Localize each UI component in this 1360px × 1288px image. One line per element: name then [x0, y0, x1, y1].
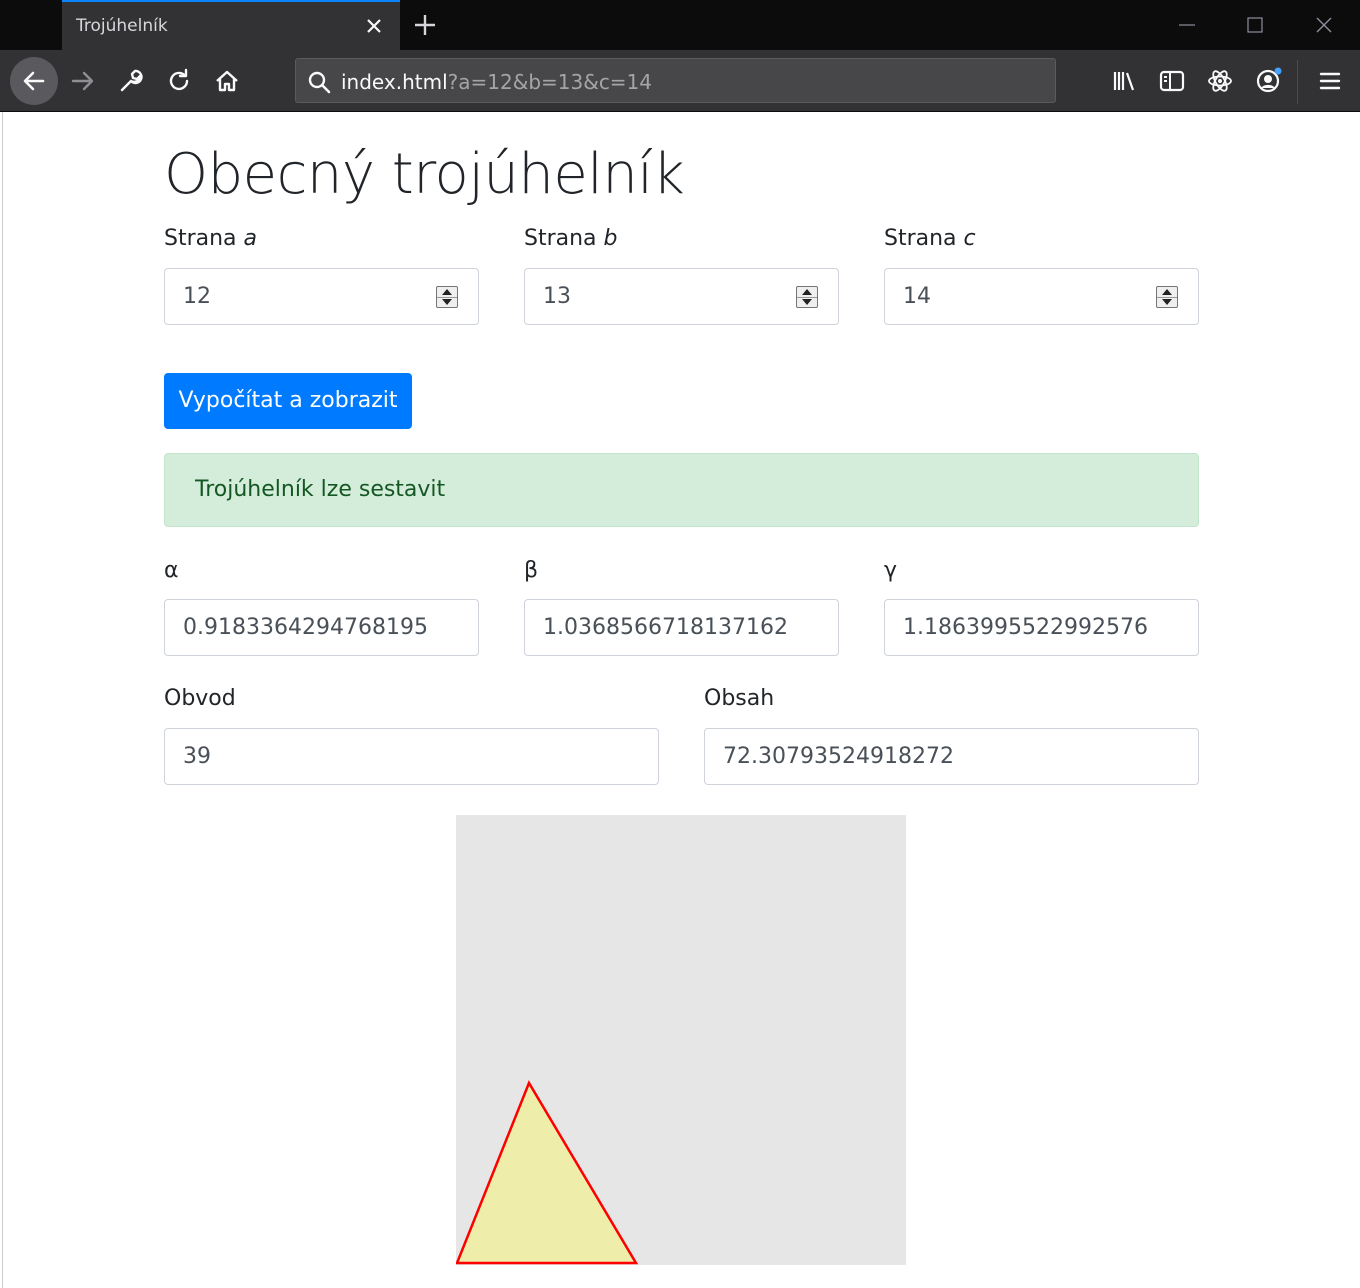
hamburger-menu-icon[interactable] — [1315, 66, 1345, 96]
url-text: index.html?a=12&b=13&c=14 — [341, 70, 652, 94]
back-arrow-icon — [23, 71, 45, 91]
side-b-value: 13 — [543, 284, 571, 309]
side-c-value: 14 — [903, 284, 931, 309]
spinner-up-icon[interactable] — [802, 289, 812, 295]
reload-icon[interactable] — [164, 66, 194, 96]
triangle-drawing — [456, 1080, 639, 1265]
minimize-icon[interactable] — [1174, 12, 1200, 38]
side-c-label: Strana c — [884, 226, 976, 251]
spinner-divider — [1157, 297, 1177, 298]
forward-arrow-icon[interactable] — [68, 66, 98, 96]
close-icon[interactable] — [362, 14, 386, 38]
side-a-input[interactable]: 12 — [164, 268, 479, 325]
area-output[interactable]: 72.30793524918272 — [704, 728, 1199, 785]
tab-title: Trojúhelník — [76, 16, 168, 36]
beta-label: β — [524, 558, 539, 583]
maximize-icon[interactable] — [1242, 12, 1268, 38]
back-button[interactable] — [10, 57, 58, 105]
plus-icon[interactable] — [410, 10, 440, 40]
spinner-up-icon[interactable] — [1162, 289, 1172, 295]
browser-tab-bar: Trojúhelník — [0, 0, 1360, 50]
page-content: Obecný trojúhelník Strana a Strana b Str… — [2, 112, 1360, 1288]
home-icon[interactable] — [212, 66, 242, 96]
side-b-input[interactable]: 13 — [524, 268, 839, 325]
sidebar-icon[interactable] — [1157, 66, 1187, 96]
spinner-down-icon[interactable] — [442, 299, 452, 305]
browser-nav-bar: index.html?a=12&b=13&c=14 — [0, 50, 1360, 112]
url-query: ?a=12&b=13&c=14 — [447, 70, 653, 94]
alpha-output[interactable]: 0.9183364294768195 — [164, 599, 479, 656]
side-b-label: Strana b — [524, 226, 618, 251]
toolbar-separator — [1297, 60, 1298, 104]
triangle-shape — [456, 1080, 639, 1265]
side-a-label: Strana a — [164, 226, 257, 251]
side-b-var: b — [603, 226, 618, 251]
url-main: index.html — [341, 70, 448, 94]
account-icon[interactable] — [1253, 66, 1283, 96]
success-alert: Trojúhelník lze sestavit — [164, 453, 1199, 527]
side-b-label-text: Strana — [524, 226, 597, 251]
browser-tab[interactable]: Trojúhelník — [62, 0, 400, 50]
perimeter-label: Obvod — [164, 686, 236, 711]
side-c-input[interactable]: 14 — [884, 268, 1199, 325]
side-a-label-text: Strana — [164, 226, 237, 251]
search-icon — [308, 71, 331, 94]
close-window-icon[interactable] — [1311, 12, 1337, 38]
react-devtools-icon[interactable] — [1205, 66, 1235, 96]
spinner-down-icon[interactable] — [1162, 299, 1172, 305]
alpha-label: α — [164, 558, 179, 583]
spinner-divider — [437, 297, 457, 298]
side-a-var: a — [243, 226, 258, 251]
spinner-up-icon[interactable] — [442, 289, 452, 295]
library-icon[interactable] — [1110, 66, 1140, 96]
page-title: Obecný trojúhelník — [164, 142, 685, 207]
address-bar[interactable]: index.html?a=12&b=13&c=14 — [295, 58, 1056, 103]
side-b-spinner[interactable] — [796, 286, 818, 308]
gamma-label: γ — [884, 558, 898, 583]
side-a-spinner[interactable] — [436, 286, 458, 308]
side-c-label-text: Strana — [884, 226, 957, 251]
beta-output[interactable]: 1.0368566718137162 — [524, 599, 839, 656]
side-c-spinner[interactable] — [1156, 286, 1178, 308]
spinner-divider — [797, 297, 817, 298]
wrench-icon[interactable] — [116, 66, 146, 96]
triangle-canvas — [456, 815, 906, 1265]
spinner-down-icon[interactable] — [802, 299, 812, 305]
side-a-value: 12 — [183, 284, 211, 309]
calculate-button[interactable]: Vypočítat a zobrazit — [164, 373, 412, 429]
area-label: Obsah — [704, 686, 775, 711]
gamma-output[interactable]: 1.1863995522992576 — [884, 599, 1199, 656]
side-c-var: c — [963, 226, 976, 251]
perimeter-output[interactable]: 39 — [164, 728, 659, 785]
